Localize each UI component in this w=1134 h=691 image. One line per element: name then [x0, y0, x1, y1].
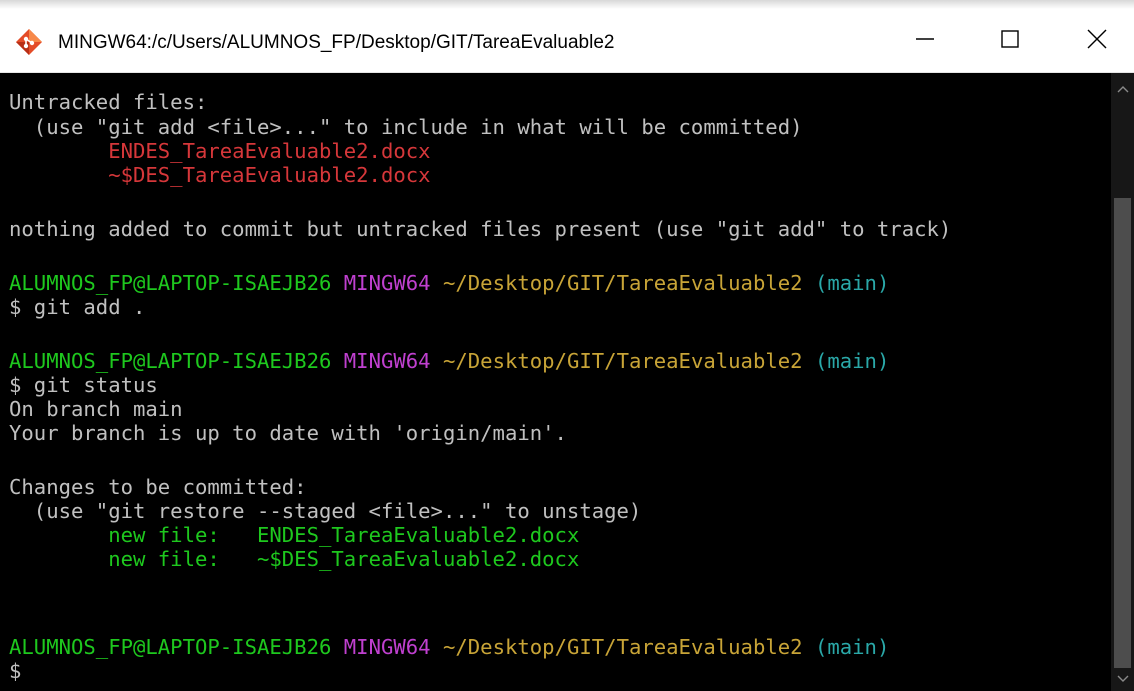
chevron-down-icon — [1117, 668, 1129, 687]
previous-window-edge — [0, 0, 1134, 9]
close-button[interactable] — [1067, 9, 1127, 72]
staged-filename: ~$DES_TareaEvaluable2.docx — [219, 547, 580, 571]
scrollbar-thumb[interactable] — [1114, 198, 1131, 668]
prompt-shell: MINGW64 — [343, 349, 431, 373]
changes-hint: (use "git restore --staged <file>..." to… — [9, 499, 642, 523]
prompt-shell: MINGW64 — [343, 635, 431, 659]
vertical-scrollbar[interactable] — [1111, 73, 1134, 691]
git-bash-icon — [15, 28, 43, 56]
staged-label: new file: — [9, 547, 220, 571]
on-branch-message: On branch main — [9, 397, 183, 421]
prompt-user-host: ALUMNOS_FP@LAPTOP-ISAEJB26 — [9, 349, 332, 373]
staged-label: new file: — [9, 523, 220, 547]
prompt-path: ~/Desktop/GIT/TareaEvaluable2 — [442, 271, 803, 295]
scroll-down-button[interactable] — [1111, 663, 1134, 691]
nothing-added-message: nothing added to commit but untracked fi… — [9, 217, 952, 241]
prompt-path: ~/Desktop/GIT/TareaEvaluable2 — [442, 349, 803, 373]
terminal-output[interactable]: Untracked files: (use "git add <file>...… — [0, 73, 1111, 691]
maximize-button[interactable] — [980, 9, 1040, 72]
prompt-line: ALUMNOS_FP@LAPTOP-ISAEJB26 MINGW64 ~/Des… — [9, 635, 889, 659]
minimize-button[interactable] — [895, 9, 955, 72]
prompt-branch: (main) — [814, 635, 890, 659]
maximize-icon — [1000, 29, 1020, 53]
title-bar[interactable]: MINGW64:/c/Users/ALUMNOS_FP/Desktop/GIT/… — [0, 9, 1134, 73]
prompt-user-host: ALUMNOS_FP@LAPTOP-ISAEJB26 — [9, 635, 332, 659]
prompt-line: ALUMNOS_FP@LAPTOP-ISAEJB26 MINGW64 ~/Des… — [9, 271, 889, 295]
prompt-branch: (main) — [814, 349, 890, 373]
prompt-line: ALUMNOS_FP@LAPTOP-ISAEJB26 MINGW64 ~/Des… — [9, 349, 889, 373]
prompt-branch: (main) — [814, 271, 890, 295]
prompt-user-host: ALUMNOS_FP@LAPTOP-ISAEJB26 — [9, 271, 332, 295]
chevron-up-icon — [1117, 78, 1129, 97]
untracked-header: Untracked files: — [9, 90, 208, 114]
untracked-file: ENDES_TareaEvaluable2.docx — [9, 139, 431, 163]
up-to-date-message: Your branch is up to date with 'origin/m… — [9, 421, 567, 445]
scroll-up-button[interactable] — [1111, 73, 1134, 101]
close-icon — [1086, 28, 1108, 54]
changes-header: Changes to be committed: — [9, 475, 307, 499]
window-title: MINGW64:/c/Users/ALUMNOS_FP/Desktop/GIT/… — [58, 32, 615, 53]
staged-filename: ENDES_TareaEvaluable2.docx — [219, 523, 580, 547]
untracked-file: ~$DES_TareaEvaluable2.docx — [9, 163, 431, 187]
command-git-status: $ git status — [9, 373, 158, 397]
staged-file: new file: ~$DES_TareaEvaluable2.docx — [9, 547, 579, 571]
minimize-icon — [915, 29, 935, 53]
final-prompt[interactable]: $ — [9, 659, 21, 683]
staged-file: new file: ENDES_TareaEvaluable2.docx — [9, 523, 579, 547]
command-git-add: $ git add . — [9, 295, 146, 319]
prompt-shell: MINGW64 — [343, 271, 431, 295]
prompt-path: ~/Desktop/GIT/TareaEvaluable2 — [442, 635, 803, 659]
untracked-hint: (use "git add <file>..." to include in w… — [9, 115, 803, 139]
